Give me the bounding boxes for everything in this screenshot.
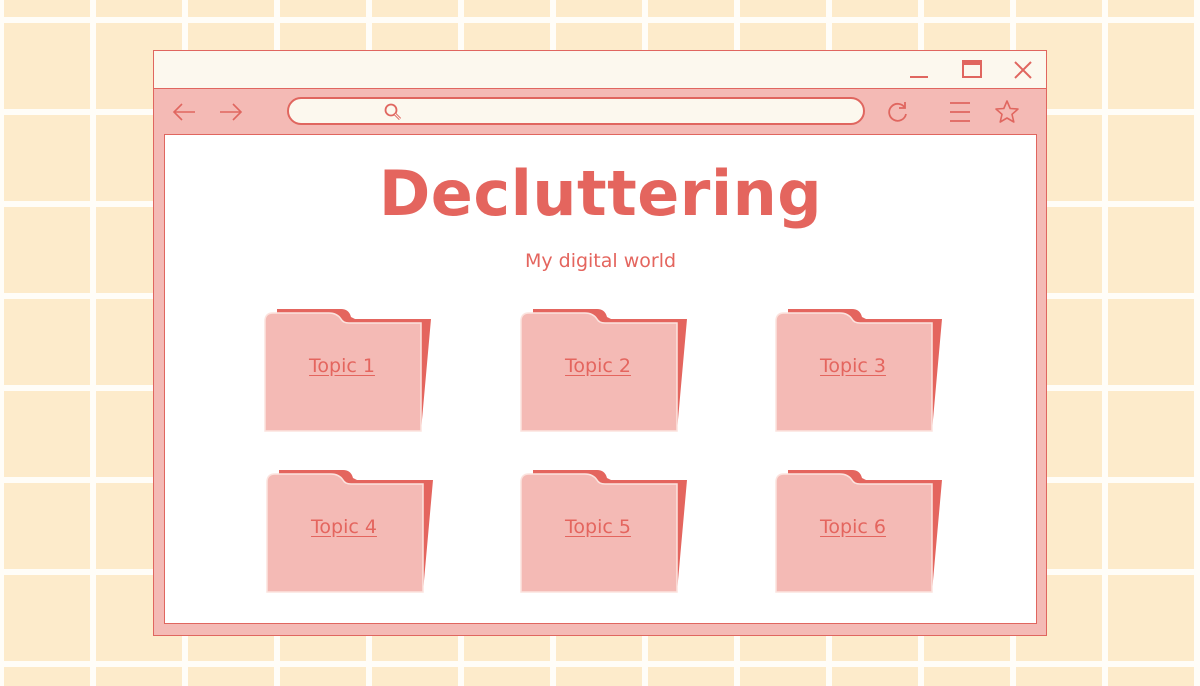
grid-line-vertical [1194, 0, 1200, 686]
page-content: Decluttering My digital world Topic 1 Top… [164, 134, 1037, 624]
search-icon [384, 103, 402, 121]
folder-label[interactable]: Topic 1 [263, 355, 421, 377]
folder-label[interactable]: Topic 6 [774, 516, 932, 538]
folder-topic-5[interactable]: Topic 5 [519, 468, 689, 594]
page-subtitle: My digital world [524, 250, 677, 272]
title-bar [154, 51, 1046, 89]
hamburger-menu-icon [950, 102, 970, 122]
folder-topic-2[interactable]: Topic 2 [519, 307, 689, 433]
folder-label[interactable]: Topic 4 [265, 516, 423, 538]
back-button[interactable] [171, 99, 197, 125]
folder-topic-3[interactable]: Topic 3 [774, 307, 944, 433]
address-bar[interactable] [287, 97, 865, 125]
folder-topic-6[interactable]: Topic 6 [774, 468, 944, 594]
close-icon [1014, 61, 1032, 79]
folder-label[interactable]: Topic 3 [774, 355, 932, 377]
folder-label[interactable]: Topic 5 [519, 516, 677, 538]
arrow-left-icon [172, 103, 195, 121]
browser-window: Decluttering My digital world Topic 1 Top… [153, 50, 1047, 636]
maximize-button[interactable] [958, 57, 986, 83]
folder-topic-1[interactable]: Topic 1 [263, 307, 433, 433]
grid-line-horizontal [0, 17, 1200, 23]
refresh-icon [888, 102, 907, 122]
forward-button[interactable] [218, 99, 244, 125]
close-button[interactable] [1009, 57, 1037, 83]
grid-line-vertical [1102, 0, 1108, 686]
star-icon [995, 100, 1019, 123]
page-title: Decluttering [378, 157, 823, 230]
minimize-icon [910, 76, 928, 78]
browser-toolbar [154, 89, 1046, 134]
grid-line-vertical [0, 0, 4, 686]
menu-button[interactable] [947, 99, 973, 125]
arrow-right-icon [220, 103, 243, 121]
refresh-button[interactable] [885, 99, 911, 125]
grid-line-vertical [90, 0, 96, 686]
folder-label[interactable]: Topic 2 [519, 355, 677, 377]
folder-topic-4[interactable]: Topic 4 [265, 468, 435, 594]
bookmark-button[interactable] [994, 99, 1020, 125]
grid-line-horizontal [0, 661, 1200, 667]
minimize-button[interactable] [905, 57, 933, 83]
maximize-icon [962, 60, 982, 78]
